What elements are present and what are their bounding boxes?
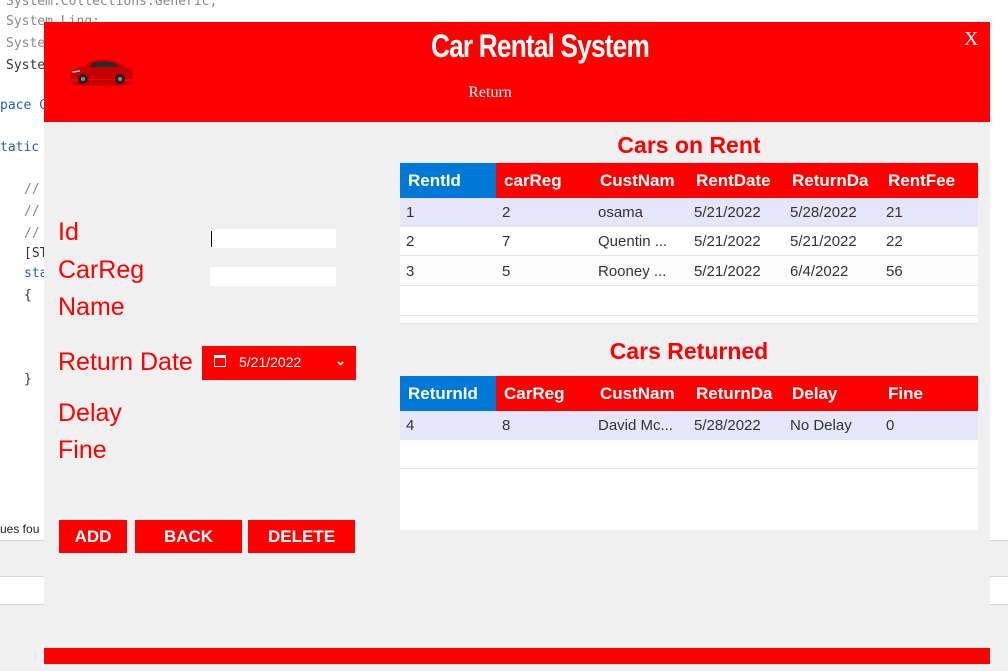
table-row[interactable]: 3 5 Rooney ... 5/21/2022 6/4/2022 56 <box>400 257 978 286</box>
empty-row <box>400 316 978 324</box>
cars-on-rent-title: Cars on Rent <box>617 132 761 158</box>
column-header[interactable]: Delay <box>784 376 880 411</box>
cars-returned-grid[interactable]: ReturnId CarReg CustNam ReturnDa Delay F… <box>400 376 978 530</box>
table-row[interactable]: 1 2 osama 5/21/2022 5/28/2022 21 <box>400 198 978 227</box>
table-cell: 8 <box>502 417 511 434</box>
text-caret <box>211 231 212 247</box>
table-row[interactable]: 2 7 Quentin ... 5/21/2022 5/21/2022 22 <box>400 227 978 256</box>
column-header[interactable]: CustNam <box>592 163 688 198</box>
empty-row <box>400 469 978 530</box>
return-date-picker[interactable]: 5/21/2022 ⌄ <box>202 346 356 380</box>
id-input[interactable] <box>210 229 336 248</box>
code-line: } <box>24 372 32 387</box>
fine-label: Fine <box>58 436 107 464</box>
ide-status-label: ues fou <box>0 522 40 536</box>
code-line: System.Collections.Generic; <box>6 0 218 9</box>
column-header[interactable]: RentId <box>400 163 496 198</box>
add-button[interactable]: ADD <box>59 520 127 553</box>
name-label: Name <box>58 293 125 321</box>
page-subtitle: Return <box>468 84 512 101</box>
table-cell: 56 <box>886 263 903 280</box>
app-header: Car Rental System Return X <box>44 22 990 122</box>
column-header[interactable]: ReturnDa <box>784 163 880 198</box>
empty-row <box>400 287 978 316</box>
code-line: Syste <box>6 36 46 51</box>
back-button[interactable]: BACK <box>135 520 242 553</box>
table-cell: 7 <box>502 233 511 250</box>
cars-returned-title: Cars Returned <box>609 338 769 364</box>
table-cell: 1 <box>406 204 415 221</box>
grid-header: RentId carReg CustNam RentDate ReturnDa … <box>400 163 978 198</box>
code-line: Syste <box>6 58 46 73</box>
table-cell: 5/21/2022 <box>694 204 761 221</box>
table-cell: 2 <box>406 233 415 250</box>
footer-bar <box>44 648 990 664</box>
code-line: // <box>24 226 40 241</box>
table-cell: 0 <box>886 417 895 434</box>
cars-on-rent-grid[interactable]: RentId carReg CustNam RentDate ReturnDa … <box>400 163 978 324</box>
car-logo-icon <box>69 59 133 86</box>
carreg-label: CarReg <box>58 256 145 284</box>
table-cell: 4 <box>406 417 415 434</box>
table-cell: 2 <box>502 204 511 221</box>
table-cell: 5/28/2022 <box>694 417 761 434</box>
table-cell: 6/4/2022 <box>790 263 849 280</box>
empty-row <box>400 440 978 469</box>
column-header[interactable]: Fine <box>880 376 978 411</box>
id-label: Id <box>58 218 79 246</box>
return-date-value: 5/21/2022 <box>239 354 302 370</box>
code-line: pace C <box>0 98 47 113</box>
table-cell: David Mc... <box>598 417 674 434</box>
table-cell: 5/28/2022 <box>790 204 857 221</box>
carreg-input[interactable] <box>210 267 336 286</box>
return-form-window: Car Rental System Return X Id CarReg Nam… <box>44 22 990 664</box>
column-header[interactable]: CustNam <box>592 376 688 411</box>
table-row[interactable]: 4 8 David Mc... 5/28/2022 No Delay 0 <box>400 411 978 440</box>
code-line: { <box>24 288 32 303</box>
column-header[interactable]: CarReg <box>496 376 592 411</box>
table-cell: 21 <box>886 204 903 221</box>
grid-header: ReturnId CarReg CustNam ReturnDa Delay F… <box>400 376 978 411</box>
column-header[interactable]: RentFee <box>880 163 978 198</box>
code-line: // <box>24 182 40 197</box>
column-header[interactable]: ReturnDa <box>688 376 784 411</box>
table-cell: 5 <box>502 263 511 280</box>
table-cell: osama <box>598 204 644 221</box>
table-cell: No Delay <box>790 417 852 434</box>
column-header[interactable]: RentDate <box>688 163 784 198</box>
column-header[interactable]: carReg <box>496 163 592 198</box>
table-cell: 5/21/2022 <box>790 233 857 250</box>
chevron-down-icon[interactable]: ⌄ <box>335 353 346 369</box>
delay-label: Delay <box>58 399 122 427</box>
column-header[interactable]: ReturnId <box>400 376 496 411</box>
delete-button[interactable]: DELETE <box>248 520 355 553</box>
calendar-icon <box>214 355 226 367</box>
table-cell: Quentin ... <box>598 233 668 250</box>
app-title: Car Rental System <box>431 28 650 64</box>
table-cell: 3 <box>406 263 415 280</box>
close-button[interactable]: X <box>964 28 978 51</box>
table-cell: 5/21/2022 <box>694 233 761 250</box>
table-cell: 22 <box>886 233 903 250</box>
code-line: // <box>24 204 40 219</box>
table-cell: 5/21/2022 <box>694 263 761 280</box>
return-date-label: Return Date <box>58 348 193 376</box>
code-line: tatic <box>0 140 40 155</box>
table-cell: Rooney ... <box>598 263 667 280</box>
